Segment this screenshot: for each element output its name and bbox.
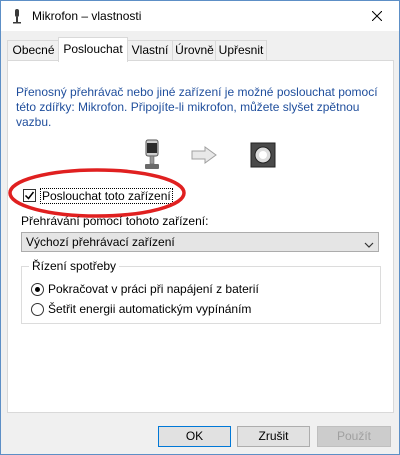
title-bar: Mikrofon – vlastnosti (1, 1, 399, 31)
tab-general[interactable]: Obecné (7, 40, 60, 60)
checkmark-icon (24, 191, 35, 200)
microphone-small-icon (10, 8, 24, 24)
listen-checkbox[interactable] (23, 189, 36, 202)
microphone-icon (142, 139, 162, 174)
properties-window: Mikrofon – vlastnosti Obecné Poslouchat … (0, 0, 400, 455)
tab-listen[interactable]: Poslouchat (58, 37, 128, 62)
radio-continue[interactable] (31, 283, 44, 296)
radio-save[interactable] (31, 303, 44, 316)
close-button[interactable] (355, 1, 399, 31)
chevron-down-icon (364, 238, 374, 252)
ok-button[interactable]: OK (158, 426, 231, 447)
cancel-button[interactable]: Zrušit (237, 426, 310, 447)
apply-button[interactable]: Použít (317, 426, 391, 447)
description-text: Přenosný přehrávač nebo jiné zařízení je… (16, 85, 378, 129)
playback-device-select[interactable]: Výchozí přehrávací zařízení (21, 232, 379, 252)
tab-advanced[interactable]: Upřesnit (215, 40, 267, 60)
tab-levels[interactable]: Úrovně (172, 40, 217, 60)
close-icon (372, 11, 382, 21)
radio-save-label: Šetřit energii automatickým vypínáním (48, 302, 252, 316)
power-group-title: Řízení spotřeby (29, 259, 120, 273)
radio-continue-label: Pokračovat v práci při napájení z bateri… (48, 282, 259, 296)
speaker-icon (250, 142, 276, 171)
playback-device-value: Výchozí přehrávací zařízení (26, 235, 175, 249)
tab-custom[interactable]: Vlastní (126, 40, 174, 60)
listen-checkbox-label: Poslouchat toto zařízení (40, 188, 173, 204)
playback-label: Přehrávání pomocí tohoto zařízení: (21, 214, 209, 228)
window-title: Mikrofon – vlastnosti (32, 9, 142, 23)
arrow-right-icon (191, 146, 217, 167)
